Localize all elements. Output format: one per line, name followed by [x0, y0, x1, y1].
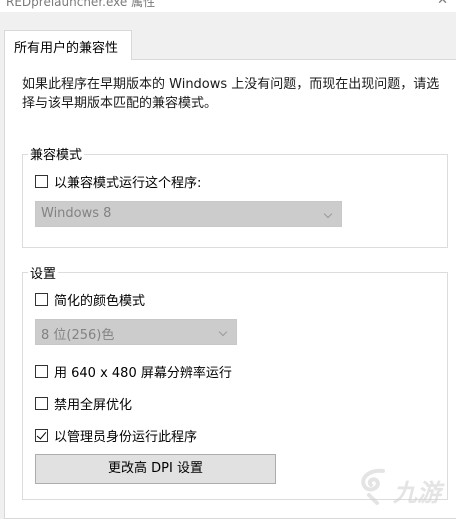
tab-all-users-compatibility[interactable]: 所有用户的兼容性: [4, 30, 132, 60]
reduced-color-label: 简化的颜色模式: [54, 294, 146, 309]
settings-group-label: 设置: [28, 263, 59, 282]
run-640x480-checkbox[interactable]: 用 640 x 480 屏幕分辨率运行: [35, 362, 232, 381]
watermark-swirl-icon: [361, 468, 385, 505]
close-icon[interactable]: ✕: [437, 0, 448, 8]
run-640x480-label: 用 640 x 480 屏幕分辨率运行: [54, 366, 232, 381]
disable-fullscreen-optimization-label: 禁用全屏优化: [54, 398, 133, 413]
watermark-logo: 九游: [355, 465, 450, 509]
compat-mode-checkbox[interactable]: 以兼容模式运行这个程序:: [35, 172, 201, 191]
compat-mode-select-value: Windows 8: [41, 206, 112, 221]
window-titlebar: REDprelauncher.exe 属性 ✕: [0, 0, 456, 12]
compat-mode-select[interactable]: Windows 8: [35, 201, 342, 227]
compatibility-description: 如果此程序在早期版本的 Windows 上没有问题，而现在出现问题，请选择与该早…: [22, 77, 440, 111]
color-mode-select[interactable]: 8 位(256)色: [35, 319, 237, 345]
watermark-text: 九游: [393, 479, 441, 507]
window-title: REDprelauncher.exe 属性: [6, 0, 156, 9]
chevron-down-icon: [323, 209, 333, 219]
change-high-dpi-settings-button[interactable]: 更改高 DPI 设置: [35, 454, 276, 484]
compat-mode-checkbox-label: 以兼容模式运行这个程序:: [54, 176, 202, 191]
compat-mode-group-label: 兼容模式: [28, 144, 85, 163]
tab-label: 所有用户的兼容性: [14, 41, 119, 56]
color-mode-select-value: 8 位(256)色: [41, 328, 115, 343]
checkbox-box: [35, 397, 48, 410]
reduced-color-checkbox[interactable]: 简化的颜色模式: [35, 290, 145, 309]
checkbox-box-checked: [35, 429, 48, 442]
run-as-admin-checkbox[interactable]: 以管理员身份运行此程序: [35, 426, 197, 445]
checkbox-box: [35, 293, 48, 306]
chevron-down-icon: [218, 327, 228, 337]
run-as-admin-label: 以管理员身份运行此程序: [54, 430, 198, 445]
disable-fullscreen-optimization-checkbox[interactable]: 禁用全屏优化: [35, 394, 132, 413]
checkbox-box: [35, 365, 48, 378]
checkbox-box: [35, 175, 48, 188]
